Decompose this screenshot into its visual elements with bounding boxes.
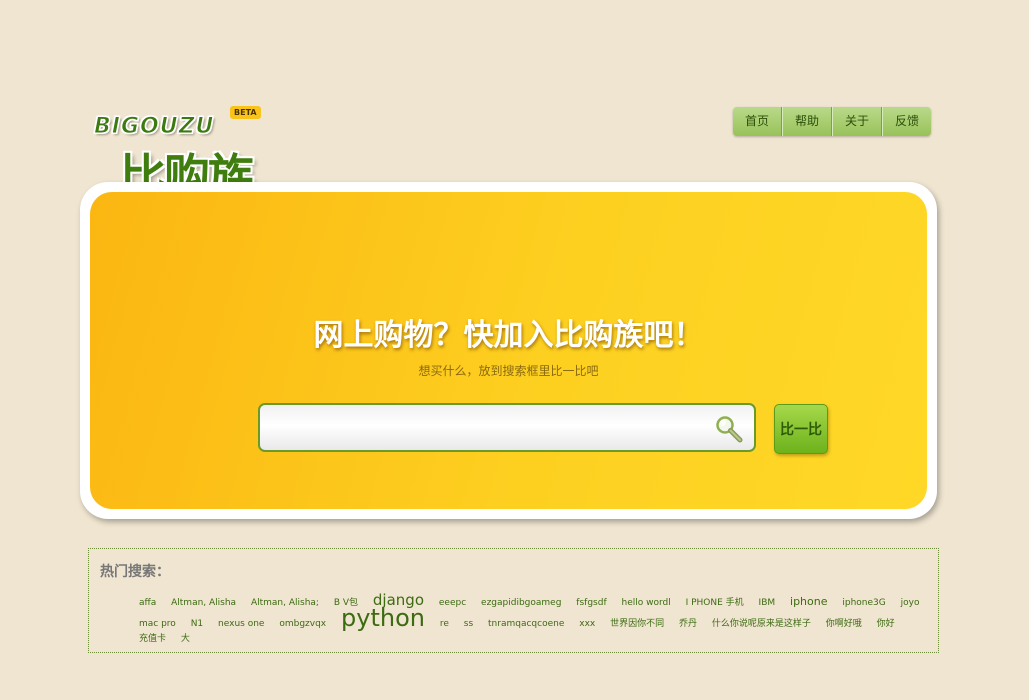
search-input[interactable] <box>268 413 712 445</box>
hot-tag-link[interactable]: I PHONE 手机 <box>686 596 744 611</box>
hot-tag-link[interactable]: affa <box>139 596 156 611</box>
hot-tag-link[interactable]: iphone <box>790 594 827 609</box>
hot-tag-link[interactable]: ombgzvqx <box>279 617 326 632</box>
logo-english-text: BIGOUZU <box>93 114 215 140</box>
hot-tag-link[interactable]: 什么你说呢原来是这样子 <box>712 617 811 632</box>
hot-tag-link[interactable]: 世界因你不同 <box>610 617 664 632</box>
hero-frame: 网上购物？快加入比购族吧！ 想买什么，放到搜索框里比一比吧 比一比 <box>80 182 937 519</box>
hot-tag-link[interactable]: 乔丹 <box>679 617 697 632</box>
hot-tag-link[interactable]: 你好 <box>877 617 895 632</box>
hot-tag-cloud: affa Altman, Alisha Altman, Alisha; B V包… <box>135 593 935 647</box>
hot-tag-link[interactable]: iphone3G <box>842 596 885 611</box>
hot-tag-link[interactable]: tnramqacqcoene <box>488 617 564 632</box>
nav-help[interactable]: 帮助 <box>782 107 833 136</box>
hot-tag-link[interactable]: mac pro <box>139 617 176 632</box>
hot-tag-link[interactable]: nexus one <box>218 617 264 632</box>
hot-tag-link[interactable]: N1 <box>191 617 203 632</box>
hot-tag-link[interactable]: ezgapidibgoameg <box>481 596 561 611</box>
hot-tag-link[interactable]: Altman, Alisha; <box>251 596 319 611</box>
hot-tag-link[interactable]: ss <box>464 617 473 632</box>
hot-searches-title: 热门搜索： <box>100 564 170 580</box>
hot-tag-link[interactable]: fsfgsdf <box>576 596 606 611</box>
hot-tag-link[interactable]: hello wordl <box>621 596 670 611</box>
hot-tag-link[interactable]: 充值卡 <box>139 632 166 647</box>
hot-tag-link[interactable]: eeepc <box>439 596 466 611</box>
hot-tag-link[interactable]: IBM <box>759 596 776 611</box>
hot-tag-link[interactable]: 大 <box>181 632 190 647</box>
search-box <box>258 403 756 452</box>
hero-title: 网上购物？快加入比购族吧！ <box>313 318 704 353</box>
hot-tag-link[interactable]: python <box>341 606 425 630</box>
hot-tag-link[interactable]: xxx <box>579 617 595 632</box>
hot-searches-panel: 热门搜索： affa Altman, Alisha Altman, Alisha… <box>88 548 939 653</box>
hot-tag-link[interactable]: Altman, Alisha <box>171 596 236 611</box>
hero-subtitle: 想买什么，放到搜索框里比一比吧 <box>418 364 599 378</box>
top-nav: 首页 帮助 关于 反馈 <box>733 107 932 136</box>
nav-about[interactable]: 关于 <box>832 107 883 136</box>
compare-button[interactable]: 比一比 <box>774 404 828 454</box>
hot-tag-link[interactable]: re <box>440 617 449 632</box>
beta-badge: BETA <box>230 106 261 119</box>
hot-tag-link[interactable]: joyo <box>901 596 920 611</box>
hot-tag-link[interactable]: 你啊好哦 <box>826 617 862 632</box>
magnifier-icon[interactable] <box>714 414 744 444</box>
hero-panel: 网上购物？快加入比购族吧！ 想买什么，放到搜索框里比一比吧 比一比 <box>90 192 927 509</box>
nav-feedback[interactable]: 反馈 <box>882 107 932 136</box>
nav-home[interactable]: 首页 <box>733 107 783 136</box>
